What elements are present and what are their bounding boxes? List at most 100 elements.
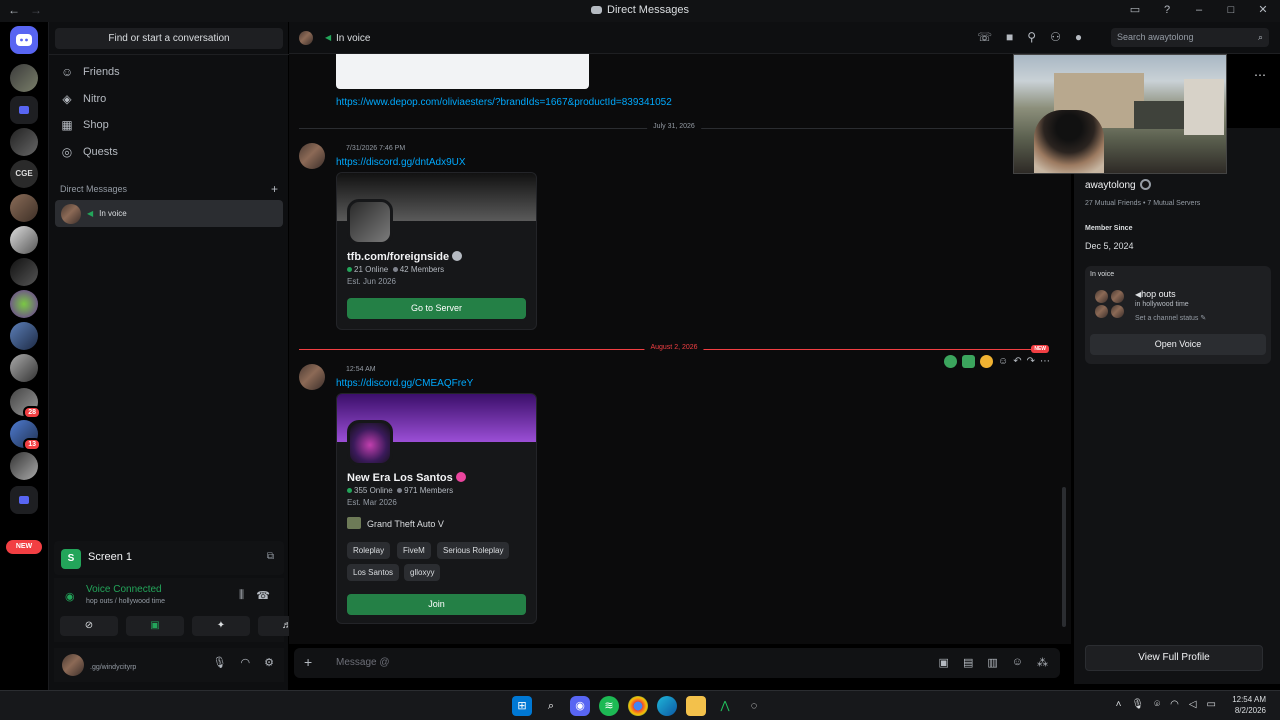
apps-icon[interactable]: ⁂ [1037, 656, 1048, 669]
search-icon[interactable]: ⌕ [541, 696, 561, 716]
help-icon[interactable]: ? [1160, 4, 1174, 16]
user-avatar[interactable] [62, 654, 84, 676]
tray-volume-icon[interactable]: ◁ [1189, 699, 1197, 710]
disconnect-icon[interactable]: ☎ [256, 589, 270, 602]
start-menu-icon[interactable]: ⊞ [512, 696, 532, 716]
voice-call-icon[interactable]: ☏ [977, 30, 992, 44]
user-profile-icon[interactable]: ● [1075, 30, 1082, 44]
server-icon-cge[interactable]: CGE [10, 160, 38, 188]
create-dm-plus-icon[interactable]: + [271, 182, 278, 196]
server-icon[interactable] [10, 452, 38, 480]
tray-battery-icon[interactable]: ▭ [1207, 699, 1216, 710]
channel-status-text[interactable]: Set a channel status [1135, 315, 1198, 322]
app-icon[interactable]: ⋀ [715, 696, 735, 716]
sticker-icon[interactable]: ▥ [987, 656, 997, 669]
message-link[interactable]: https://www.depop.com/oliviaesters/?bran… [336, 97, 672, 108]
dm-conversation-item[interactable]: ◀ In voice [55, 200, 283, 227]
server-folder[interactable] [10, 96, 38, 124]
go-to-server-button[interactable]: Go to Server [347, 298, 526, 319]
tray-mic-icon[interactable]: 🎙 [1131, 699, 1144, 710]
message-link[interactable]: https://discord.gg/CMEAQFreY [336, 378, 473, 389]
server-icon[interactable]: 13 [10, 420, 41, 451]
screen-share-button[interactable]: ▣ [126, 616, 184, 636]
gift-icon[interactable]: ▣ [939, 656, 949, 669]
add-friends-icon[interactable]: ⚇ [1050, 30, 1061, 44]
green-heart-reaction-icon[interactable] [944, 354, 957, 368]
view-full-profile-button[interactable]: View Full Profile [1085, 645, 1263, 671]
nav-nitro[interactable]: ◈ Nitro [55, 87, 283, 111]
chat-scrollbar[interactable] [1062, 487, 1066, 627]
maximize-button[interactable]: □ [1224, 4, 1238, 16]
check-reaction-icon[interactable] [962, 354, 975, 368]
nav-friends[interactable]: ☺ Friends [55, 60, 283, 84]
open-voice-button[interactable]: Open Voice [1090, 334, 1266, 355]
server-icon[interactable] [10, 64, 38, 92]
server-icon[interactable] [10, 354, 38, 382]
forward-icon[interactable]: ↷ [1027, 356, 1035, 367]
server-icon[interactable] [10, 258, 38, 286]
inbox-icon[interactable]: ▭ [1128, 3, 1142, 16]
server-icon[interactable] [10, 226, 38, 254]
server-icon[interactable] [10, 128, 38, 156]
settings-gear-icon[interactable]: ⚙ [264, 656, 274, 669]
mutuals[interactable]: 27 Mutual Friends • 7 Mutual Servers [1085, 200, 1200, 207]
message-avatar[interactable] [299, 143, 325, 169]
discord-taskbar-icon[interactable]: ◉ [570, 696, 590, 716]
mutual-friends[interactable]: 27 Mutual Friends [1085, 200, 1141, 207]
attach-plus-icon[interactable]: + [304, 654, 312, 670]
voice-channel-name[interactable]: hop outs / hollywood time [86, 598, 165, 605]
gif-icon[interactable]: ▤ [963, 656, 973, 669]
signal-icon[interactable]: ◉ [65, 590, 75, 603]
app-icon[interactable]: ◌ [744, 696, 764, 716]
video-call-icon[interactable]: ■ [1006, 30, 1013, 44]
tray-chevron-icon[interactable]: ˄ [1116, 699, 1122, 710]
minimize-button[interactable]: – [1192, 4, 1206, 16]
chrome-icon[interactable] [628, 696, 648, 716]
screen-share-card[interactable]: S Screen 1 ⧉ [54, 541, 284, 575]
new-unreads-pill[interactable]: NEW [6, 540, 42, 554]
user-status-text[interactable]: .gg/windycityrp [90, 664, 136, 671]
embed-image[interactable] [336, 54, 589, 89]
more-options-icon[interactable]: ⋯ [1254, 68, 1266, 82]
find-conversation-button[interactable]: Find or start a conversation [55, 28, 283, 49]
pencil-icon[interactable]: ✎ [1200, 315, 1206, 322]
pinned-messages-icon[interactable]: ⚲ [1027, 30, 1036, 44]
nav-quests[interactable]: ◎ Quests [55, 140, 283, 164]
server-icon[interactable] [10, 322, 38, 350]
tray-network-icon[interactable]: ⌾ [1154, 699, 1160, 710]
back-arrow-icon[interactable]: ← [8, 3, 20, 17]
channel-status[interactable]: Set a channel status ✎ [1135, 314, 1206, 322]
popout-icon[interactable]: ⧉ [267, 551, 274, 562]
stream-preview[interactable] [1013, 54, 1227, 174]
taskbar-clock[interactable]: 12:54 AM 8/2/2026 [1232, 694, 1266, 716]
message-link[interactable]: https://discord.gg/dntAdx9UX [336, 157, 466, 168]
message-avatar[interactable] [299, 364, 325, 390]
server-icon[interactable] [10, 290, 38, 318]
voice-status[interactable]: Voice Connected [86, 584, 162, 595]
server-icon[interactable]: 28 [10, 388, 41, 419]
noise-suppression-icon[interactable]: ⫼ [239, 589, 244, 602]
message-input[interactable]: Message @ [336, 657, 390, 668]
microphone-icon[interactable]: 🎙 [213, 656, 227, 669]
mutual-servers[interactable]: 7 Mutual Servers [1147, 200, 1200, 207]
server-icon[interactable] [10, 194, 38, 222]
edge-icon[interactable] [657, 696, 677, 716]
emoji-icon[interactable]: ☺ [1012, 656, 1023, 669]
spotify-icon[interactable]: ≋ [599, 696, 619, 716]
reply-icon[interactable]: ↶ [1013, 356, 1021, 367]
more-options-icon[interactable]: ⋯ [1040, 356, 1050, 367]
activities-button[interactable]: ✦ [192, 616, 250, 636]
tray-wifi-icon[interactable]: ◠ [1170, 699, 1179, 710]
search-input[interactable]: Search awaytolong ⌕ [1111, 28, 1269, 47]
home-button[interactable] [10, 26, 38, 54]
join-server-button[interactable]: Join [347, 594, 526, 615]
file-explorer-icon[interactable] [686, 696, 706, 716]
forward-arrow-icon[interactable]: → [30, 3, 42, 17]
headphones-icon[interactable]: ◠ [241, 656, 251, 669]
nav-shop[interactable]: ▦ Shop [55, 113, 283, 137]
laugh-reaction-icon[interactable] [980, 354, 993, 368]
server-folder[interactable] [10, 486, 38, 514]
camera-off-button[interactable]: ⊘ [60, 616, 118, 636]
add-reaction-icon[interactable]: ☺ [998, 356, 1008, 367]
close-button[interactable]: ✕ [1256, 3, 1270, 16]
